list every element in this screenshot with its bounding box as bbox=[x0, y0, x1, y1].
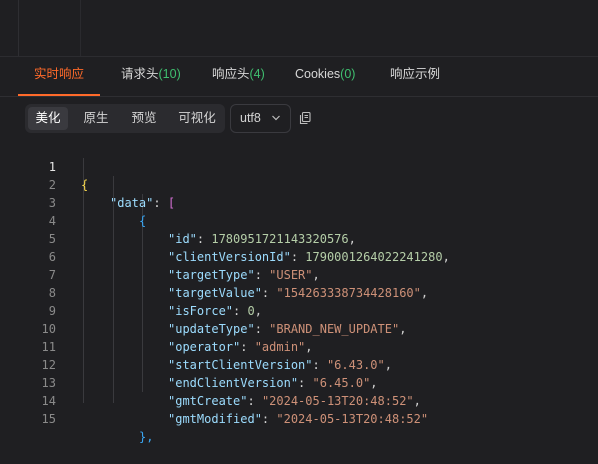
code-line: 1 { bbox=[0, 140, 598, 192]
code-line: 15 }, bbox=[0, 392, 598, 444]
view-mode-switcher: 美化 原生 预览 可视化 bbox=[25, 104, 225, 133]
code-line: 14 "gmtModified": "2024-05-13T20:48:52" bbox=[0, 374, 598, 426]
response-tabs: 实时响应 请求头(10) 响应头(4) Cookies(0) 响应示例 bbox=[0, 58, 598, 97]
tab-response-headers[interactable]: 响应头(4) bbox=[212, 58, 265, 95]
tab-count-badge: (4) bbox=[249, 67, 265, 81]
editor-divider bbox=[80, 0, 81, 56]
code-line: 3 { bbox=[0, 176, 598, 228]
request-body-pane bbox=[0, 0, 598, 57]
json-colon: : bbox=[261, 412, 277, 426]
visualize-button[interactable]: 可视化 bbox=[172, 107, 222, 130]
json-key: "gmtModified" bbox=[168, 412, 262, 426]
tab-label: 响应示例 bbox=[390, 67, 441, 81]
tab-request-headers[interactable]: 请求头(10) bbox=[121, 58, 181, 95]
encoding-value: utf8 bbox=[240, 111, 261, 125]
code-line: 8 "isForce": 0, bbox=[0, 266, 598, 318]
tab-response-example[interactable]: 响应示例 bbox=[390, 58, 440, 95]
code-line: 4 "id": 1780951721143320576, bbox=[0, 194, 598, 246]
code-line: 10 "operator": "admin", bbox=[0, 302, 598, 354]
code-line: 11 "startClientVersion": "6.43.0", bbox=[0, 320, 598, 372]
code-line: 12 "endClientVersion": "6.45.0", bbox=[0, 338, 598, 390]
tab-label: 实时响应 bbox=[34, 67, 85, 81]
tab-actual-response[interactable]: 实时响应 bbox=[17, 58, 101, 96]
copy-icon[interactable] bbox=[298, 111, 312, 125]
tab-count-badge: (0) bbox=[340, 67, 356, 81]
tab-label: 请求头 bbox=[121, 67, 159, 81]
code-line: 2 "data": [ bbox=[0, 158, 598, 210]
code-line: 7 "targetValue": "154263338734428160", bbox=[0, 248, 598, 300]
json-response-viewer[interactable]: 1 { 2 "data": [ 3 { 4 "id": 178095172114… bbox=[0, 140, 598, 444]
code-line: 5 "clientVersionId": 1790001264022241280… bbox=[0, 212, 598, 264]
gutter-divider bbox=[18, 0, 19, 56]
chevron-down-icon bbox=[272, 115, 280, 121]
encoding-select[interactable]: utf8 bbox=[230, 104, 291, 133]
raw-button[interactable]: 原生 bbox=[75, 107, 117, 130]
tab-label: 响应头 bbox=[212, 67, 250, 81]
beautify-button[interactable]: 美化 bbox=[28, 107, 68, 130]
line-number: 15 bbox=[41, 412, 56, 426]
code-line: 6 "targetType": "USER", bbox=[0, 230, 598, 282]
code-line: 13 "gmtCreate": "2024-05-13T20:48:52", bbox=[0, 356, 598, 408]
tab-count-badge: (10) bbox=[158, 67, 181, 81]
preview-button[interactable]: 预览 bbox=[123, 107, 165, 130]
tab-label: Cookies bbox=[295, 67, 341, 81]
json-string: "2024-05-13T20:48:52" bbox=[276, 412, 429, 426]
code-line: 9 "updateType": "BRAND_NEW_UPDATE", bbox=[0, 284, 598, 336]
tab-cookies[interactable]: Cookies(0) bbox=[295, 58, 355, 95]
json-brace: }, bbox=[139, 430, 154, 444]
